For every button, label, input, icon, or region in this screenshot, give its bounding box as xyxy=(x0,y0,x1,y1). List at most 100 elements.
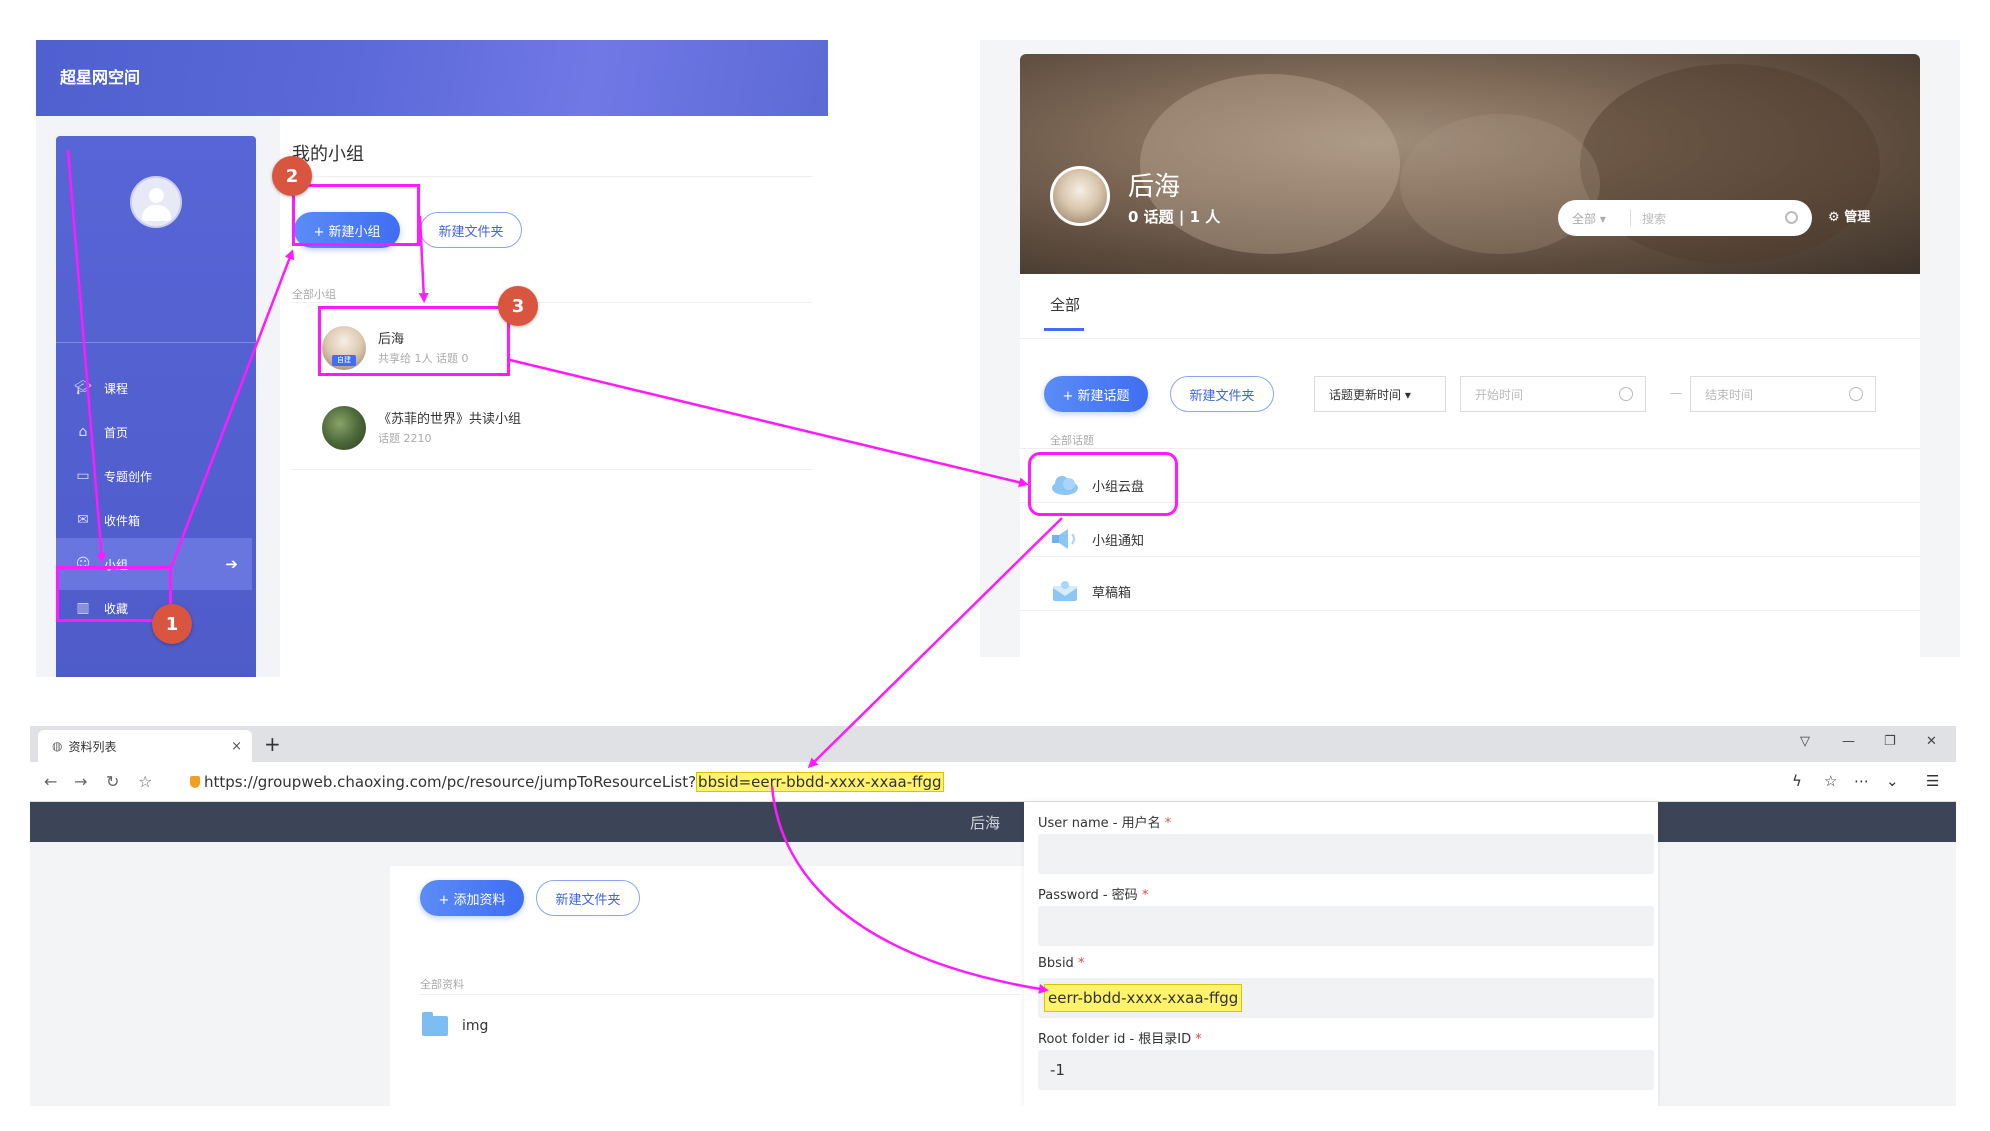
group-meta: 话题 2210 xyxy=(378,432,432,445)
divider xyxy=(1020,338,1920,339)
end-time-placeholder: 结束时间 xyxy=(1705,387,1754,402)
start-time-placeholder: 开始时间 xyxy=(1475,387,1524,402)
divider xyxy=(420,994,1020,995)
config-form: User name - 用户名 * Password - 密码 * Bbsid … xyxy=(1024,802,1658,1106)
highlight-box-new-group xyxy=(292,184,420,246)
inbox-icon: ✉ xyxy=(77,512,89,528)
bookmark-star-icon[interactable]: ☆ xyxy=(1824,772,1837,790)
sidebar-divider xyxy=(56,342,256,343)
search-scope-select[interactable]: 全部 ▾ xyxy=(1572,210,1606,227)
divider xyxy=(1020,448,1920,449)
password-input[interactable] xyxy=(1038,906,1654,946)
address-bar: ← → ↻ ☆ https://groupweb.chaoxing.com/pc… xyxy=(30,762,1956,802)
clock-icon xyxy=(1619,387,1633,401)
group-name: 后海 xyxy=(1128,172,1181,202)
root-folder-label: Root folder id - 根目录ID * xyxy=(1038,1032,1202,1047)
sidebar-item-label: 首页 xyxy=(104,425,129,440)
reload-icon[interactable]: ↻ xyxy=(106,772,119,791)
close-tab-icon[interactable]: × xyxy=(231,739,242,754)
search-icon[interactable] xyxy=(1785,211,1798,224)
tab-all[interactable]: 全部 xyxy=(1050,294,1080,315)
group-avatar xyxy=(322,406,366,450)
menu-icon[interactable]: ☰ xyxy=(1926,772,1939,790)
section-label: 全部话题 xyxy=(1050,434,1094,447)
new-folder-button[interactable]: 新建文件夹 xyxy=(420,212,522,248)
gear-icon: ⚙ xyxy=(1828,210,1840,225)
browser-tab-bar: ◍ 资料列表 × + ▽ — ❐ ✕ xyxy=(30,726,1956,762)
group-banner: 后海 0 话题 | 1 人 全部 ▾ 搜索 ⚙ 管理 xyxy=(1020,54,1920,274)
new-folder-button[interactable]: 新建文件夹 xyxy=(536,880,640,916)
search-box[interactable]: 全部 ▾ 搜索 xyxy=(1558,200,1812,236)
divider xyxy=(1020,556,1920,557)
clock-icon xyxy=(1849,387,1863,401)
end-time-input[interactable]: 结束时间 xyxy=(1690,376,1876,412)
highlight-box-group-houhai xyxy=(318,306,510,376)
password-label: Password - 密码 * xyxy=(1038,888,1149,903)
divider xyxy=(292,302,812,303)
step-badge-2: 2 xyxy=(272,156,312,196)
sort-select[interactable]: 话题更新时间 ▾ xyxy=(1314,376,1446,412)
new-tab-button[interactable]: + xyxy=(264,732,281,756)
user-avatar[interactable] xyxy=(130,176,182,228)
manage-button[interactable]: ⚙ 管理 xyxy=(1828,206,1870,225)
shield-icon xyxy=(190,776,200,788)
step-badge-1: 1 xyxy=(152,604,192,644)
section-label: 全部资料 xyxy=(420,978,464,991)
more-icon[interactable]: ⋯ xyxy=(1854,772,1869,790)
header-title: 后海 xyxy=(970,814,1001,832)
row-label: 草稿箱 xyxy=(1092,586,1132,601)
folder-icon xyxy=(422,1012,448,1036)
active-tab-indicator xyxy=(1044,328,1084,331)
lightning-icon[interactable]: ϟ xyxy=(1792,772,1802,790)
back-icon[interactable]: ← xyxy=(44,772,57,791)
manage-label: 管理 xyxy=(1844,210,1871,225)
sidebar-item-label: 课程 xyxy=(104,381,129,396)
username-label: User name - 用户名 * xyxy=(1038,816,1172,831)
home-icon: ⌂ xyxy=(78,424,88,440)
brand-logo-text: 超星网空间 xyxy=(60,68,141,87)
add-resource-button[interactable]: + 添加资料 xyxy=(420,880,524,916)
bbsid-label: Bbsid * xyxy=(1038,956,1085,971)
tab-list-icon[interactable]: ▽ xyxy=(1800,734,1810,749)
group-detail-screenshot: 后海 0 话题 | 1 人 全部 ▾ 搜索 ⚙ 管理 全部 + 新建话题 新建文… xyxy=(980,40,1960,657)
divider xyxy=(292,176,812,177)
group-stats: 0 话题 | 1 人 xyxy=(1128,208,1221,226)
bbsid-value-highlight: eerr-bbdd-xxxx-xxaa-ffgg xyxy=(1044,984,1243,1012)
restore-icon[interactable]: ❐ xyxy=(1884,734,1896,749)
highlight-box-group-cloud xyxy=(1028,452,1178,516)
browser-tab[interactable]: ◍ 资料列表 × xyxy=(38,730,252,762)
username-input[interactable] xyxy=(1038,834,1654,874)
search-input[interactable]: 搜索 xyxy=(1642,210,1666,227)
page-header: 后海 xyxy=(30,802,1956,842)
arrow-right-icon: ➔ xyxy=(225,555,238,573)
url-field[interactable]: https://groupweb.chaoxing.com/pc/resourc… xyxy=(190,772,944,792)
close-window-icon[interactable]: ✕ xyxy=(1926,734,1937,749)
group-name: 《苏菲的世界》共读小组 xyxy=(378,412,522,427)
forward-icon[interactable]: → xyxy=(74,772,87,791)
favorite-star-icon[interactable]: ☆ xyxy=(138,772,152,791)
tab-title: 资料列表 xyxy=(68,739,117,754)
divider xyxy=(292,469,812,470)
step-badge-3: 3 xyxy=(498,286,538,326)
section-label: 全部小组 xyxy=(292,288,336,301)
root-folder-input[interactable]: -1 xyxy=(1038,1050,1654,1090)
graduation-cap-icon: 🎓︎ xyxy=(74,380,92,396)
row-label: 小组通知 xyxy=(1092,534,1145,549)
folder-name: img xyxy=(462,1018,489,1034)
start-time-input[interactable]: 开始时间 xyxy=(1460,376,1646,412)
monitor-icon: ▭ xyxy=(76,468,90,484)
new-folder-button[interactable]: 新建文件夹 xyxy=(1170,376,1274,412)
draft-box-icon xyxy=(1053,581,1077,601)
url-text: https://groupweb.chaoxing.com/pc/resourc… xyxy=(204,773,697,791)
range-dash: — xyxy=(1670,386,1682,400)
new-topic-button[interactable]: + 新建话题 xyxy=(1044,376,1148,412)
brand-header: 超星网空间 xyxy=(36,40,828,116)
globe-icon: ◍ xyxy=(52,739,63,753)
url-bbsid-highlight: bbsid=eerr-bbdd-xxxx-xxaa-ffgg xyxy=(696,772,944,792)
resource-list-browser-screenshot: ◍ 资料列表 × + ▽ — ❐ ✕ ← → ↻ ☆ https://group… xyxy=(30,726,1956,1106)
chevron-down-icon[interactable]: ⌄ xyxy=(1886,772,1899,790)
bbsid-input[interactable]: eerr-bbdd-xxxx-xxaa-ffgg xyxy=(1038,978,1654,1018)
minimize-icon[interactable]: — xyxy=(1842,734,1855,749)
root-folder-value: -1 xyxy=(1050,1061,1065,1079)
group-avatar xyxy=(1050,166,1110,226)
